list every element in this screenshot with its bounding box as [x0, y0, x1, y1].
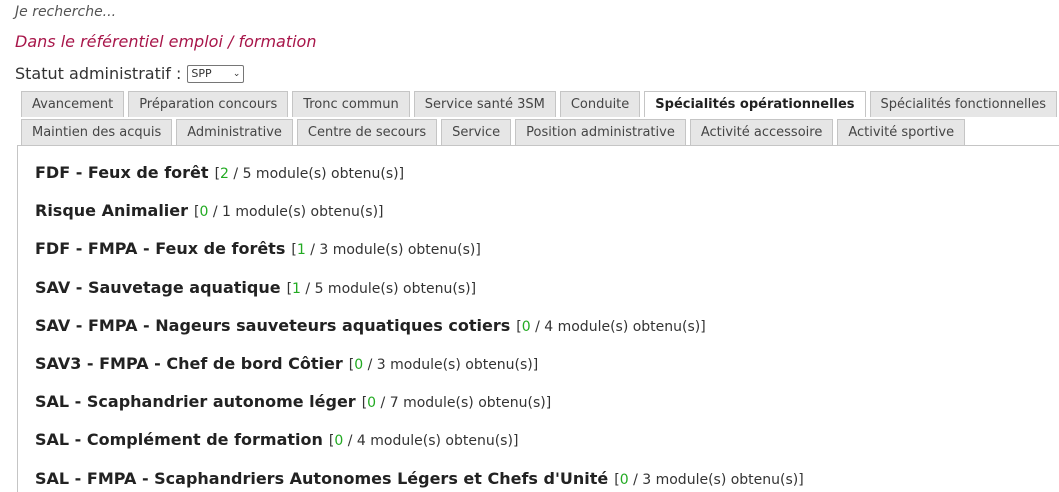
specialite-name[interactable]: SAV3 - FMPA - Chef de bord Côtier	[35, 354, 343, 373]
module-count: [2 / 5 module(s) obtenu(s)]	[215, 166, 404, 182]
total-count: / 5 module(s) obtenu(s)]	[300, 280, 477, 297]
specialite-item: FDF - FMPA - Feux de forêts [1 / 3 module…	[35, 239, 804, 277]
tab-activite-sportive[interactable]: Activité sportive	[837, 119, 966, 145]
specialite-item: SAV3 - FMPA - Chef de bord Côtier [0 / 3 …	[35, 354, 804, 392]
tab-avancement[interactable]: Avancement	[21, 91, 125, 117]
module-count: [0 / 4 module(s) obtenu(s)]	[516, 319, 705, 335]
obtained-count: 1	[292, 280, 301, 297]
tab-specialites-fonctionnelles[interactable]: Spécialités fonctionnelles	[869, 91, 1058, 117]
obtained-count: 0	[367, 395, 377, 412]
obtained-count: 0	[619, 471, 629, 488]
tab-preparation-concours[interactable]: Préparation concours	[128, 91, 289, 117]
tab-maintien-des-acquis[interactable]: Maintien des acquis	[21, 119, 173, 145]
module-count: [1 / 3 module(s) obtenu(s)]	[291, 242, 480, 258]
specialite-name[interactable]: SAV - Sauvetage aquatique	[35, 278, 281, 297]
tab-tronc-commun[interactable]: Tronc commun	[292, 91, 410, 117]
specialite-name[interactable]: FDF - FMPA - Feux de forêts	[35, 239, 285, 258]
module-count: [1 / 5 module(s) obtenu(s)]	[287, 281, 476, 297]
tab-administrative[interactable]: Administrative	[176, 119, 293, 145]
specialite-name[interactable]: SAV - FMPA - Nageurs sauveteurs aquatiqu…	[35, 316, 510, 335]
module-count: [0 / 1 module(s) obtenu(s)]	[194, 204, 383, 220]
tab-activite-accessoire[interactable]: Activité accessoire	[689, 119, 834, 145]
specialite-name[interactable]: Risque Animalier	[35, 201, 188, 220]
total-count: / 4 module(s) obtenu(s)]	[343, 433, 519, 450]
obtained-count: 0	[354, 356, 364, 373]
tab-position-administrative[interactable]: Position administrative	[515, 119, 686, 145]
specialite-name[interactable]: FDF - Feux de forêt	[35, 163, 209, 182]
obtained-count: 0	[521, 318, 531, 335]
total-count: / 3 module(s) obtenu(s)]	[305, 242, 481, 259]
total-count: / 1 module(s) obtenu(s)]	[208, 204, 384, 221]
tab-conduite[interactable]: Conduite	[559, 91, 641, 117]
specialite-name[interactable]: SAL - Complément de formation	[35, 430, 323, 449]
obtained-count: 1	[296, 242, 306, 259]
chevron-down-icon: ⌄	[232, 68, 241, 79]
specialite-item: SAL - Complément de formation [0 / 4 modu…	[35, 430, 804, 468]
total-count: / 7 module(s) obtenu(s)]	[376, 395, 552, 412]
specialite-item: FDF - Feux de forêt [2 / 5 module(s) obte…	[35, 163, 804, 201]
specialite-item: SAL - FMPA - Scaphandriers Autonomes Lég…	[35, 469, 804, 492]
module-count: [0 / 4 module(s) obtenu(s)]	[329, 433, 518, 449]
statut-selected-value: SPP	[191, 67, 212, 80]
tab-service-sante-3sm[interactable]: Service santé 3SM	[413, 91, 556, 117]
module-count: [0 / 3 module(s) obtenu(s)]	[349, 357, 538, 373]
tab-centre-de-secours[interactable]: Centre de secours	[296, 119, 438, 145]
total-count: / 4 module(s) obtenu(s)]	[530, 318, 706, 335]
tabs-row-1: Avancement Préparation concours Tronc comm…	[21, 91, 1059, 117]
statut-row: Statut administratif : SPP ⌄	[15, 64, 245, 83]
specialites-list: FDF - Feux de forêt [2 / 5 module(s) obte…	[35, 163, 804, 492]
page: Je recherche... Dans le référentiel empl…	[0, 0, 1059, 492]
module-count: [0 / 7 module(s) obtenu(s)]	[362, 395, 551, 411]
specialite-item: SAV - Sauvetage aquatique [1 / 5 module(s…	[35, 278, 804, 316]
specialite-item: Risque Animalier [0 / 1 module(s) obtenu(…	[35, 201, 804, 239]
tab-service[interactable]: Service	[441, 119, 512, 145]
statut-select[interactable]: SPP ⌄	[187, 64, 245, 83]
statut-label: Statut administratif :	[15, 64, 182, 83]
obtained-count: 2	[220, 166, 229, 182]
module-count: [0 / 3 module(s) obtenu(s)]	[614, 472, 803, 488]
specialite-name[interactable]: SAL - Scaphandrier autonome léger	[35, 392, 356, 411]
tab-specialites-operationnelles[interactable]: Spécialités opérationnelles	[644, 91, 866, 117]
specialite-item: SAV - FMPA - Nageurs sauveteurs aquatiqu…	[35, 316, 804, 354]
tabs-row-2: Maintien des acquis Administrative Centre …	[21, 119, 969, 145]
total-count: / 3 module(s) obtenu(s)]	[363, 356, 539, 373]
search-label: Je recherche...	[15, 4, 117, 20]
referentiel-subtitle: Dans le référentiel emploi / formation	[15, 32, 317, 51]
obtained-count: 0	[334, 433, 344, 450]
total-count: / 5 module(s) obtenu(s)]	[228, 166, 405, 182]
specialite-name[interactable]: SAL - FMPA - Scaphandriers Autonomes Lég…	[35, 469, 608, 488]
specialite-item: SAL - Scaphandrier autonome léger [0 / 7 …	[35, 392, 804, 430]
total-count: / 3 module(s) obtenu(s)]	[628, 471, 804, 488]
